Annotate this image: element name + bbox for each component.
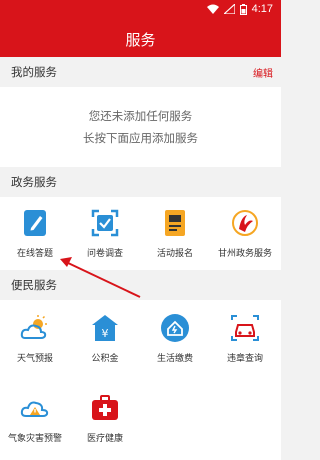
bill-payment-icon [161, 314, 189, 342]
survey-icon [91, 209, 119, 237]
page-title: 服务 [125, 30, 156, 49]
grid-item-ganzhou-gov[interactable]: 甘州政务服务 [210, 207, 280, 259]
grid-item-label: 生活缴费 [156, 354, 193, 364]
empty-message-line1: 您还未添加任何服务 [88, 109, 193, 123]
public-services-panel: 天气预报 ¥ 公积金 生活缴费 违章查询 气象灾害预警 医疗健康 [0, 300, 281, 460]
signal-icon [223, 4, 235, 14]
grid-item-label: 气象灾害预警 [7, 434, 62, 444]
public-services-title: 便民服务 [11, 278, 57, 292]
gov-services-header: 政务服务 [0, 167, 281, 197]
status-bar: 4:17 [0, 0, 281, 21]
status-time: 4:17 [251, 3, 273, 15]
grid-item-label: 问卷调查 [86, 249, 123, 259]
empty-message-line2: 长按下面应用添加服务 [83, 131, 198, 145]
grid-item-event-signup[interactable]: 活动报名 [140, 207, 210, 259]
grid-item-label: 在线答题 [16, 249, 53, 259]
gov-services-panel: 在线答题 问卷调查 活动报名 甘州政务服务 [0, 197, 281, 270]
grid-item-label: 天气预报 [16, 354, 53, 364]
grid-item-survey[interactable]: 问卷调查 [70, 207, 140, 259]
public-services-header: 便民服务 [0, 270, 281, 300]
medical-icon [92, 395, 118, 420]
gov-services-title: 政务服务 [11, 175, 57, 189]
grid-item-label: 公积金 [91, 354, 119, 364]
traffic-violation-icon [231, 315, 259, 341]
signup-icon [165, 210, 185, 236]
grid-item-weather[interactable]: 天气预报 [0, 312, 70, 364]
my-services-title: 我的服务 [11, 65, 57, 79]
grid-item-bill-payment[interactable]: 生活缴费 [140, 312, 210, 364]
svg-text:¥: ¥ [102, 327, 109, 340]
edit-icon [24, 210, 46, 236]
ganzhou-logo-icon [232, 210, 258, 236]
grid-item-traffic-violation[interactable]: 违章查询 [210, 312, 280, 364]
battery-icon [239, 3, 247, 15]
grid-item-label: 医疗健康 [86, 434, 123, 444]
grid-item-weather-warning[interactable]: 气象灾害预警 [0, 392, 70, 444]
grid-item-label: 违章查询 [226, 354, 263, 364]
wifi-icon [206, 4, 219, 14]
edit-button[interactable]: 编辑 [253, 65, 273, 80]
my-services-header: 我的服务 编辑 [0, 57, 281, 87]
grid-item-online-quiz[interactable]: 在线答题 [0, 207, 70, 259]
weather-warning-icon [20, 401, 49, 417]
grid-item-medical-health[interactable]: 医疗健康 [70, 392, 140, 444]
grid-item-label: 甘州政务服务 [217, 249, 272, 259]
my-services-panel: 您还未添加任何服务 长按下面应用添加服务 [0, 87, 281, 167]
title-bar: 服务 [0, 21, 281, 57]
weather-icon [20, 315, 47, 339]
provident-fund-icon: ¥ [92, 315, 118, 341]
grid-item-label: 活动报名 [156, 249, 193, 259]
grid-item-provident-fund[interactable]: ¥ 公积金 [70, 312, 140, 364]
